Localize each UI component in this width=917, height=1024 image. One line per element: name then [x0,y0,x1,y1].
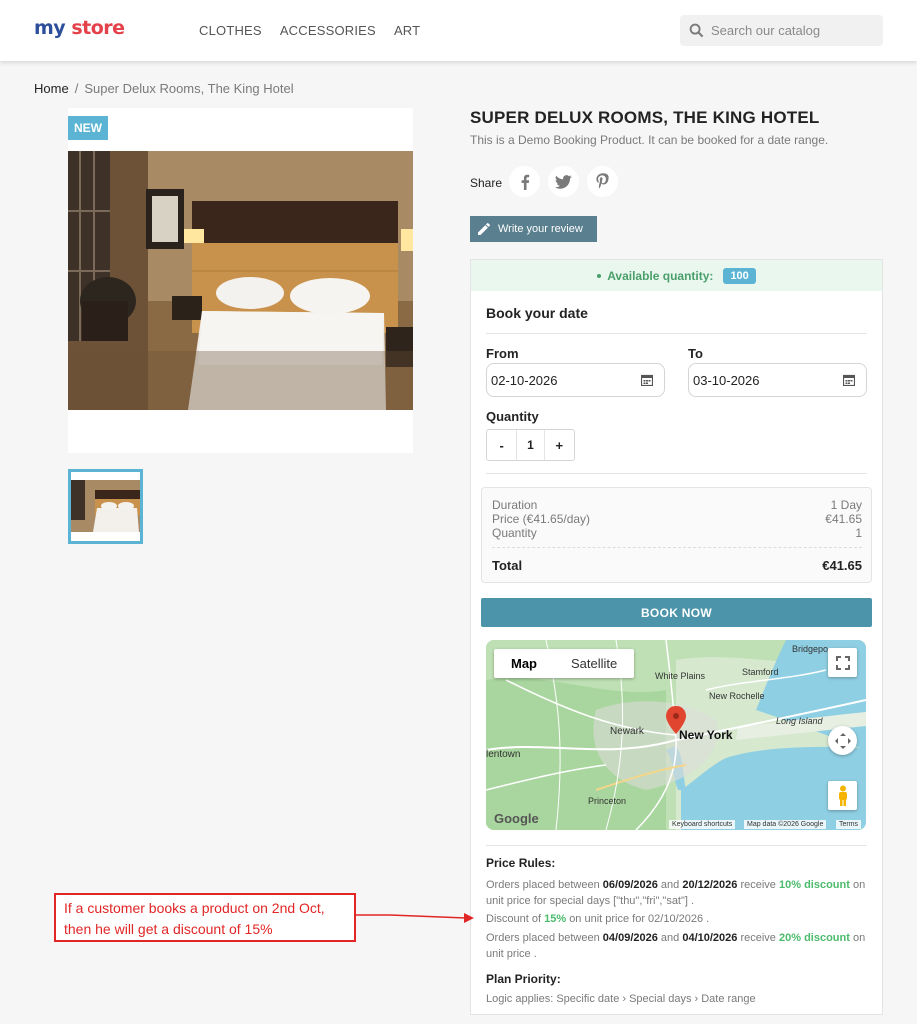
map-type-map-button[interactable]: Map [494,649,554,678]
available-label: Available quantity: [607,268,714,283]
from-label: From [486,346,519,361]
site-header: my store CLOTHES ACCESSORIES ART [0,0,917,61]
quantity-label: Quantity [486,409,539,424]
price-summary: Duration 1 Day Price (€41.65/day) €41.65… [481,487,872,583]
product-thumbnail[interactable] [68,469,143,544]
map-type-control: Map Satellite [494,649,635,678]
total-label: Total [492,558,523,573]
nav-clothes[interactable]: CLOTHES [199,23,262,38]
summary-value: €41.65 [825,512,862,526]
summary-label: Quantity [492,526,537,540]
nav-accessories[interactable]: ACCESSORIES [280,23,376,38]
map-type-satellite-button[interactable]: Satellite [554,649,634,678]
main-nav: CLOTHES ACCESSORIES ART [199,23,420,38]
facebook-icon[interactable] [509,166,540,197]
availability-bar: Available quantity: 100 [471,260,882,291]
map-label-stamford: Stamford [742,667,779,677]
product-photo[interactable] [68,151,413,410]
map-pan-control-icon[interactable] [828,726,857,755]
plan-priority-text: Logic applies: Specific date › Special d… [486,993,756,1005]
price-rule-3: Orders placed between 04/09/2026 and 04/… [486,932,866,960]
google-logo: Google [494,811,539,826]
to-date-field[interactable]: 03-10-2026 [688,363,867,397]
quantity-decrease-button[interactable]: - [487,430,516,460]
street-view-pegman-icon[interactable] [828,781,857,810]
quantity-increase-button[interactable]: + [545,430,574,460]
logo-text-store: store [71,17,125,39]
map-label-white-plains: White Plains [655,671,706,681]
book-now-button[interactable]: BOOK NOW [481,598,872,627]
search-input[interactable] [711,15,876,46]
divider [486,473,867,474]
map-label-new-york: New York [679,728,733,742]
keyboard-shortcuts-link[interactable]: Keyboard shortcuts [669,820,736,829]
product-subtitle: This is a Demo Booking Product. It can b… [470,133,829,147]
quantity-value[interactable]: 1 [516,430,545,460]
summary-row-total: Total €41.65 [492,558,862,573]
price-rules-heading: Price Rules: [486,856,556,870]
summary-value: 1 Day [830,498,862,512]
map-terms-link[interactable]: Terms [836,820,862,829]
summary-label: Duration [492,498,538,512]
book-date-heading: Book your date [486,305,588,321]
map-label-allentown: lentown [486,749,521,760]
breadcrumb-separator: / [74,81,79,96]
pinterest-icon[interactable] [587,166,618,197]
price-rule-2: Discount of 15% on unit price for 02/10/… [486,913,710,925]
summary-row-price: Price (€41.65/day) €41.65 [492,512,862,526]
plan-priority-heading: Plan Priority: [486,972,561,986]
write-review-button[interactable]: Write your review [470,216,597,242]
quantity-stepper: - 1 + [486,429,575,461]
to-date-value: 03-10-2026 [693,372,760,388]
calendar-icon[interactable] [641,374,653,386]
twitter-icon[interactable] [548,166,579,197]
from-date-field[interactable]: 02-10-2026 [486,363,665,397]
total-value: €41.65 [822,558,862,573]
summary-value: 1 [855,526,862,540]
map-label-bridgeport: Bridgepo [792,644,829,654]
breadcrumb-home[interactable]: Home [34,81,69,96]
summary-label: Price (€41.65/day) [492,512,591,526]
from-date-value: 02-10-2026 [491,372,558,388]
share-label: Share [470,176,503,190]
write-review-label: Write your review [498,223,583,235]
availability-dot-icon [597,273,602,278]
breadcrumb-current: Super Delux Rooms, The King Hotel [84,81,294,96]
summary-row-duration: Duration 1 Day [492,498,862,512]
available-qty-badge: 100 [723,267,756,284]
fullscreen-icon[interactable] [828,648,857,677]
map-data-attribution: Map data ©2026 Google [744,820,827,829]
annotation-line-2: then he will get a discount of 15% [64,921,273,937]
divider [486,333,867,334]
summary-row-quantity: Quantity 1 [492,526,862,540]
annotation-arrow-icon [356,913,474,923]
price-rule-1: Orders placed between 06/09/2026 and 20/… [486,879,866,907]
breadcrumb: Home / Super Delux Rooms, The King Hotel [34,81,294,96]
divider [486,845,867,846]
logo-text-my: my [34,17,66,39]
new-badge: NEW [68,116,108,140]
pencil-icon [478,223,490,235]
annotation-line-1: If a customer books a product on 2nd Oct… [64,900,325,916]
map-label-newark: Newark [610,726,644,737]
map-label-long-island: Long Island [776,716,823,726]
annotation-callout: If a customer books a product on 2nd Oct… [54,893,356,942]
calendar-icon[interactable] [843,374,855,386]
search-box [680,15,883,46]
product-title: SUPER DELUX ROOMS, THE KING HOTEL [470,108,820,127]
map-label-new-rochelle: New Rochelle [709,691,765,701]
to-label: To [688,346,703,361]
search-icon[interactable] [689,23,704,38]
nav-art[interactable]: ART [394,23,420,38]
store-logo[interactable]: my store [34,17,125,39]
map-label-princeton: Princeton [588,796,627,806]
summary-divider [492,547,862,548]
